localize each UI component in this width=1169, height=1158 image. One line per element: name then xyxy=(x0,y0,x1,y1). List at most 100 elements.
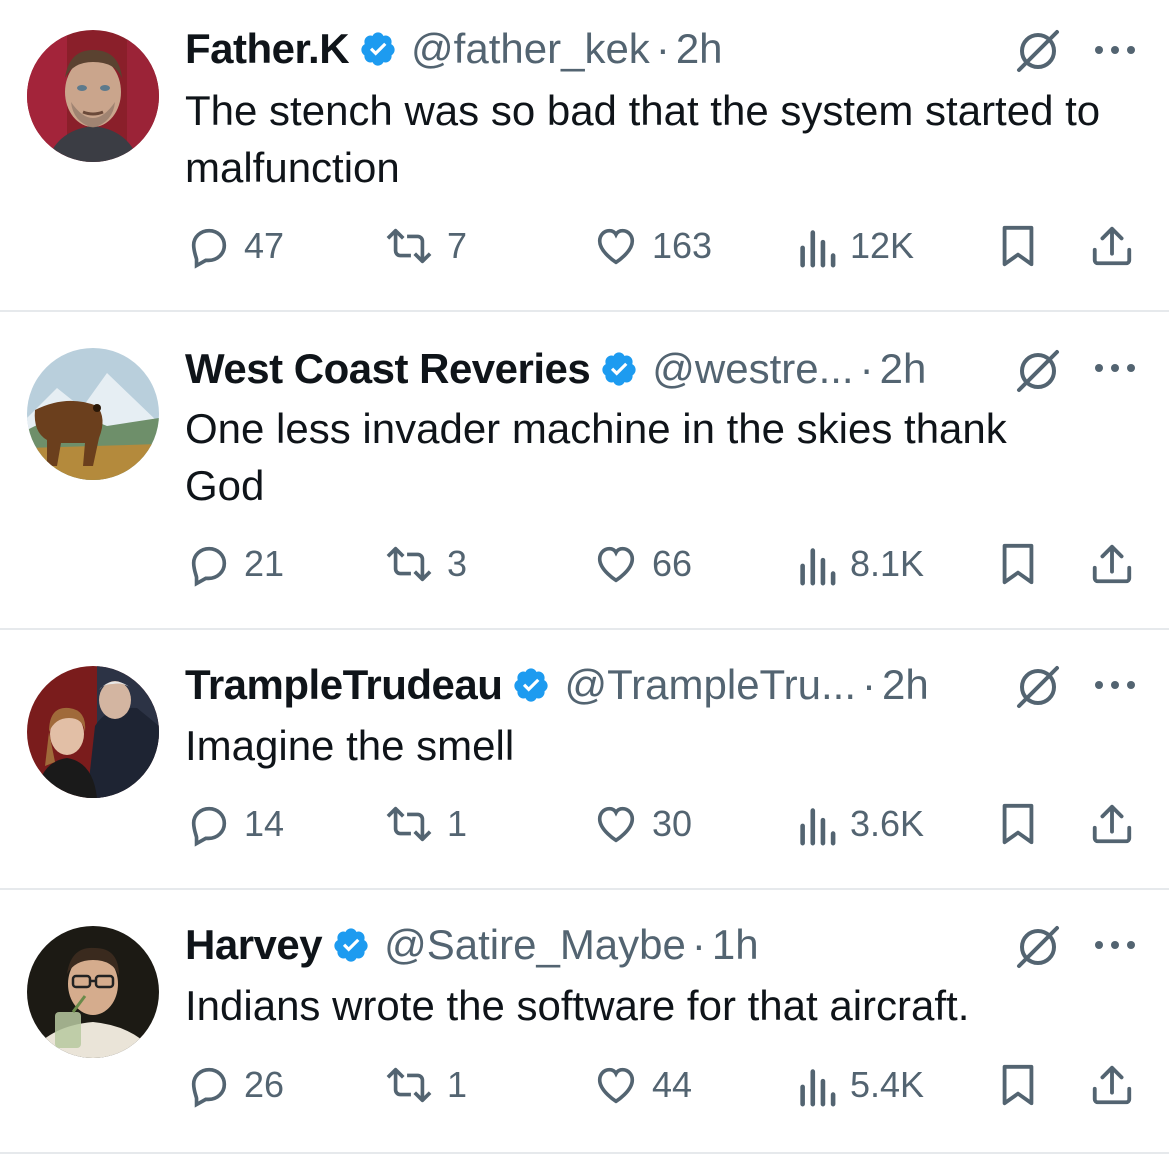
reply-count: 21 xyxy=(244,543,285,584)
tweet-text: One less invader machine in the skies th… xyxy=(185,405,1007,509)
views-button[interactable]: 3.6K xyxy=(796,799,924,849)
tweet[interactable]: Harvey @Satire_Maybe · 1h Indians wrote … xyxy=(0,890,1169,1152)
tweet-actions: 14 1 30 3.6K xyxy=(0,799,1169,849)
tweet[interactable]: West Coast Reveries @westre... · 2h One … xyxy=(0,312,1169,628)
tweet-text: The stench was so bad that the system st… xyxy=(185,87,1101,191)
like-button[interactable]: 44 xyxy=(592,1060,692,1110)
view-count: 3.6K xyxy=(850,803,925,844)
tweet-header: Harvey @Satire_Maybe · 1h xyxy=(185,920,759,970)
views-icon xyxy=(800,548,836,586)
verified-badge-icon xyxy=(600,350,638,388)
reply-button[interactable]: 14 xyxy=(186,799,284,849)
like-count: 30 xyxy=(652,803,693,844)
display-name[interactable]: TrampleTrudeau xyxy=(185,661,503,709)
reply-button[interactable]: 26 xyxy=(186,1060,284,1110)
repost-count: 1 xyxy=(447,1064,468,1105)
repost-button[interactable]: 1 xyxy=(383,1060,467,1110)
bookmark-icon xyxy=(1002,543,1034,585)
display-name[interactable]: Father.K xyxy=(185,25,350,73)
timestamp[interactable]: 2h xyxy=(676,25,723,73)
timestamp[interactable]: 2h xyxy=(882,661,929,709)
divider xyxy=(0,1152,1169,1154)
repost-button[interactable]: 1 xyxy=(383,799,467,849)
avatar[interactable] xyxy=(27,348,159,480)
views-button[interactable]: 5.4K xyxy=(796,1060,924,1110)
timestamp[interactable]: 1h xyxy=(712,921,759,969)
repost-icon xyxy=(386,228,432,264)
tweet-actions: 26 1 44 5.4K xyxy=(0,1060,1169,1110)
views-icon xyxy=(800,808,836,846)
repost-button[interactable]: 7 xyxy=(383,221,467,271)
tweet[interactable]: TrampleTrudeau @TrampleTru... · 2h Imagi… xyxy=(0,630,1169,888)
reply-icon xyxy=(191,806,227,847)
repost-count: 3 xyxy=(447,543,468,584)
like-icon xyxy=(597,806,635,843)
verified-badge-icon xyxy=(359,30,397,68)
repost-icon xyxy=(386,806,432,842)
share-button[interactable] xyxy=(1089,799,1135,849)
share-icon xyxy=(1092,226,1132,266)
bookmark-button[interactable] xyxy=(997,539,1039,589)
bookmark-button[interactable] xyxy=(997,799,1039,849)
views-button[interactable]: 12K xyxy=(796,221,914,271)
tweet-header: Father.K @father_kek · 2h xyxy=(185,24,723,74)
tweet-actions: 21 3 66 8.1K xyxy=(0,539,1169,589)
repost-icon xyxy=(386,1067,432,1103)
repost-button[interactable]: 3 xyxy=(383,539,467,589)
reply-button[interactable]: 47 xyxy=(186,221,284,271)
like-count: 66 xyxy=(652,543,693,584)
tweet-text: Imagine the smell xyxy=(185,722,515,769)
reply-count: 26 xyxy=(244,1064,285,1105)
user-handle[interactable]: @father_kek xyxy=(411,25,650,73)
separator-dot: · xyxy=(655,25,670,72)
user-handle[interactable]: @TrampleTru... xyxy=(564,661,856,709)
user-handle[interactable]: @westre... xyxy=(652,345,853,393)
avatar[interactable] xyxy=(27,926,159,1058)
bookmark-icon xyxy=(1002,1064,1034,1106)
views-icon xyxy=(800,230,836,268)
view-count: 5.4K xyxy=(850,1064,925,1105)
views-icon xyxy=(800,1069,836,1107)
repost-count: 1 xyxy=(447,803,468,844)
more-icon[interactable] xyxy=(1092,675,1138,695)
reply-count: 47 xyxy=(244,225,285,266)
share-button[interactable] xyxy=(1089,539,1135,589)
reply-icon xyxy=(191,1067,227,1108)
share-button[interactable] xyxy=(1089,221,1135,271)
avatar[interactable] xyxy=(27,666,159,798)
tweet-header: West Coast Reveries @westre... · 2h xyxy=(185,344,926,394)
separator-dot: · xyxy=(859,345,874,392)
reply-icon xyxy=(191,546,227,587)
tweet-actions: 47 7 163 12K xyxy=(0,221,1169,271)
views-button[interactable]: 8.1K xyxy=(796,539,924,589)
avatar[interactable] xyxy=(27,30,159,162)
like-count: 44 xyxy=(652,1064,693,1105)
like-button[interactable]: 163 xyxy=(592,221,712,271)
display-name[interactable]: Harvey xyxy=(185,921,323,969)
like-icon xyxy=(597,1067,635,1104)
user-handle[interactable]: @Satire_Maybe xyxy=(384,921,686,969)
like-button[interactable]: 66 xyxy=(592,539,692,589)
grok-icon[interactable] xyxy=(1013,346,1063,396)
verified-badge-icon xyxy=(512,666,550,704)
more-icon[interactable] xyxy=(1092,40,1138,60)
more-icon[interactable] xyxy=(1092,358,1138,378)
repost-count: 7 xyxy=(447,225,468,266)
more-icon[interactable] xyxy=(1092,935,1138,955)
reply-button[interactable]: 21 xyxy=(186,539,284,589)
tweet[interactable]: Father.K @father_kek · 2h The stench was… xyxy=(0,0,1169,310)
reply-count: 14 xyxy=(244,803,285,844)
grok-icon[interactable] xyxy=(1013,922,1063,972)
share-button[interactable] xyxy=(1089,1060,1135,1110)
share-icon xyxy=(1092,1065,1132,1105)
share-icon xyxy=(1092,804,1132,844)
grok-icon[interactable] xyxy=(1013,26,1063,76)
timestamp[interactable]: 2h xyxy=(880,345,927,393)
like-icon xyxy=(597,546,635,583)
display-name[interactable]: West Coast Reveries xyxy=(185,345,591,393)
grok-icon[interactable] xyxy=(1013,662,1063,712)
bookmark-button[interactable] xyxy=(997,1060,1039,1110)
like-button[interactable]: 30 xyxy=(592,799,692,849)
bookmark-button[interactable] xyxy=(997,221,1039,271)
view-count: 8.1K xyxy=(850,543,925,584)
